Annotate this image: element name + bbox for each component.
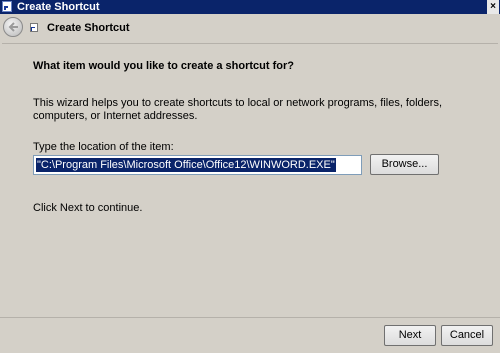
wizard-footer: Next Cancel [0,317,500,353]
page-heading: What item would you like to create a sho… [33,60,294,72]
wizard-nav-bar: Create Shortcut [0,14,500,44]
location-label: Type the location of the item: [33,141,174,153]
browse-button[interactable]: Browse... [370,154,439,175]
next-button[interactable]: Next [384,325,436,346]
back-arrow-icon [8,22,18,32]
location-input-value[interactable]: "C:\Program Files\Microsoft Office\Offic… [36,158,336,172]
wizard-title: Create Shortcut [47,22,130,34]
wizard-description: This wizard helps you to create shortcut… [33,97,443,122]
title-bar: Create Shortcut × [0,0,500,14]
shortcut-icon [2,1,12,12]
back-button[interactable] [3,17,23,37]
window-title: Create Shortcut [17,1,100,13]
location-input[interactable]: "C:\Program Files\Microsoft Office\Offic… [33,155,362,175]
wizard-content: What item would you like to create a sho… [2,43,498,318]
cancel-button[interactable]: Cancel [441,325,493,346]
close-icon[interactable]: × [487,0,499,14]
continue-hint: Click Next to continue. [33,202,143,214]
shortcut-icon [30,23,38,32]
